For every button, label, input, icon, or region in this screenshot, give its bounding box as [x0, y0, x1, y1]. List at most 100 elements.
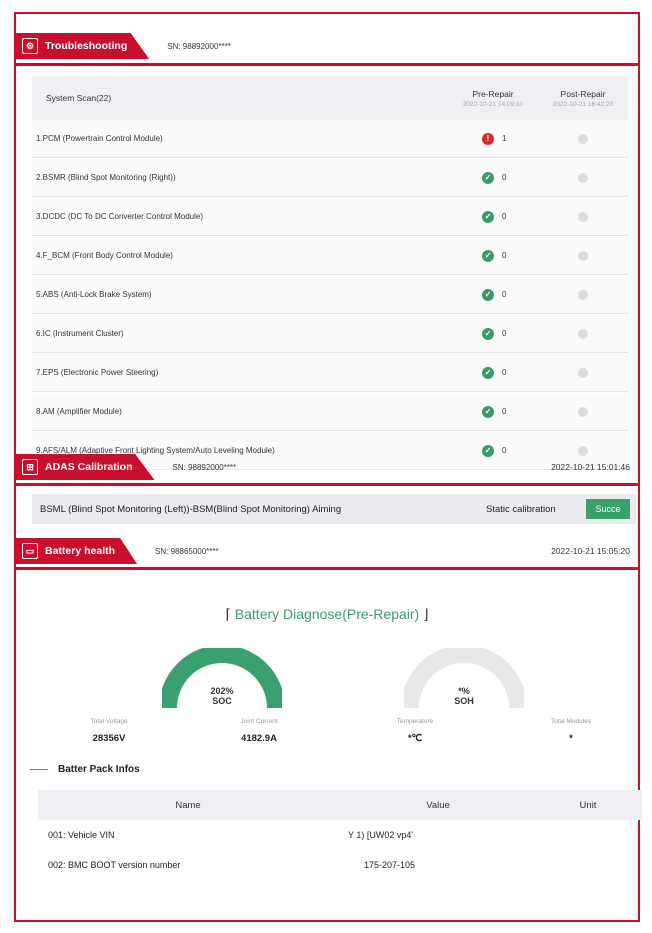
post-repair-cell	[538, 367, 628, 378]
pre-repair-label: Pre-Repair	[472, 88, 514, 99]
check-icon: ✓	[482, 210, 494, 223]
module-name: 8.AM (Amplifier Module)	[36, 407, 122, 416]
bracket-left-icon: ⌈	[225, 606, 231, 622]
battery-pack-heading: Batter Pack Infos	[30, 764, 140, 775]
fault-count: 0	[502, 368, 507, 377]
post-repair-cell	[538, 211, 628, 222]
stat-label: Total Modules	[550, 718, 592, 725]
error-icon: !	[482, 132, 494, 145]
table-row: 001: Vehicle VIN Y 1) [UW02 vp4'	[38, 820, 642, 850]
pre-repair-cell: ✓ 0	[448, 249, 538, 262]
post-repair-cell	[538, 133, 628, 144]
pending-status-icon	[578, 289, 588, 300]
pre-repair-date: 2022-10-21 14:09:10	[462, 100, 524, 108]
stat-temperature: Temperature *℃	[360, 718, 470, 744]
fault-count: 0	[502, 290, 507, 299]
report-frame: ⚙ Troubleshooting SN: 98892000**** Syste…	[14, 12, 642, 922]
wrench-icon: ⚙	[22, 38, 38, 54]
table-row[interactable]: 3.DCDC (DC To DC Converter Control Modul…	[32, 198, 628, 236]
troubleshooting-tag: ⚙ Troubleshooting	[16, 33, 150, 59]
stat-label: Joint Current	[240, 718, 278, 725]
adas-item: BSML (Blind Spot Monitoring (Left))-BSM(…	[40, 503, 342, 515]
soh-value: *%	[458, 686, 470, 696]
pack-row-value: Y 1) [UW02 vp4'	[348, 830, 414, 840]
adas-timestamp: 2022-10-21 15:01:46	[551, 462, 630, 472]
fault-count: 0	[502, 173, 507, 182]
check-icon: ✓	[482, 288, 494, 301]
battery-icon: ▭	[22, 543, 38, 559]
post-repair-heading: Post-Repair 2022-10-21 16:42:20	[538, 89, 628, 108]
battery-header: ▭ Battery health SN: 98865000**** 2022-1…	[16, 532, 638, 570]
adas-result-row[interactable]: BSML (Blind Spot Monitoring (Left))-BSM(…	[32, 494, 636, 524]
battery-diagnose-label: Battery Diagnose(Pre-Repair)	[234, 606, 420, 622]
post-repair-cell	[538, 289, 628, 300]
fault-count: 1	[502, 134, 507, 143]
adas-sensor-icon: ⊞	[22, 459, 38, 475]
table-row[interactable]: 6.IC (Instrument Cluster) ✓ 0	[32, 315, 628, 353]
pre-repair-cell: ✓ 0	[448, 405, 538, 418]
adas-success-badge: Succe	[586, 499, 630, 519]
adas-sn: SN: 98892000****	[172, 462, 237, 472]
table-row: 002: BMC BOOT version number 175-207-105	[38, 850, 642, 880]
post-repair-date: 2022-10-21 16:42:20	[552, 100, 614, 108]
soh-label: SOH	[454, 696, 474, 706]
battery-diagnose-title: ⌈ Battery Diagnose(Pre-Repair) ⌋	[16, 606, 638, 623]
module-name: 1.PCM (Powertrain Control Module)	[36, 134, 163, 143]
table-row[interactable]: 7.EPS (Electronic Power Steering) ✓ 0	[32, 354, 628, 392]
pending-status-icon	[578, 367, 588, 378]
pack-table-header: Name Value Unit	[38, 790, 642, 820]
check-icon: ✓	[482, 171, 494, 184]
heading-line	[30, 769, 48, 770]
stat-label: Total Voltage	[90, 718, 128, 725]
stat-value: 28356V	[92, 733, 126, 744]
stat-label: Temperature	[396, 718, 434, 725]
fault-count: 0	[502, 251, 507, 260]
pre-repair-cell: ✓ 0	[448, 288, 538, 301]
pending-status-icon	[578, 133, 588, 144]
pending-status-icon	[578, 250, 588, 261]
pre-repair-cell: ✓ 0	[448, 171, 538, 184]
table-header: System Scan(22) Pre-Repair 2022-10-21 14…	[32, 76, 628, 120]
pack-col-unit: Unit	[579, 799, 597, 811]
check-icon: ✓	[482, 405, 494, 418]
table-row[interactable]: 8.AM (Amplifier Module) ✓ 0	[32, 393, 628, 431]
pack-row-value: 175-207-105	[364, 860, 416, 870]
post-repair-cell	[538, 250, 628, 261]
module-name: 2.BSMR (Blind Spot Monitoring (Right))	[36, 173, 176, 182]
post-repair-cell	[538, 328, 628, 339]
post-repair-cell	[538, 172, 628, 183]
battery-pack-table: Name Value Unit 001: Vehicle VIN Y 1) [U…	[38, 790, 642, 880]
battery-pack-title: Batter Pack Infos	[58, 764, 140, 775]
troubleshooting-title: Troubleshooting	[45, 40, 128, 52]
troubleshooting-sn: SN: 98892000****	[167, 41, 231, 51]
post-repair-label: Post-Repair	[560, 88, 606, 99]
pack-col-value: Value	[426, 799, 450, 811]
fault-count: 0	[502, 212, 507, 221]
adas-title: ADAS Calibration	[45, 461, 133, 473]
pre-repair-heading: Pre-Repair 2022-10-21 14:09:10	[448, 89, 538, 108]
soc-value: 202%	[210, 686, 234, 696]
battery-tag: ▭ Battery health	[16, 538, 138, 564]
table-row[interactable]: 2.BSMR (Blind Spot Monitoring (Right)) ✓ 0	[32, 159, 628, 197]
stat-value: 4182.9A	[241, 733, 277, 744]
module-name: 7.EPS (Electronic Power Steering)	[36, 368, 159, 377]
pack-col-name: Name	[175, 799, 201, 811]
pre-repair-cell: ✓ 0	[448, 327, 538, 340]
pending-status-icon	[578, 406, 588, 417]
divider	[16, 567, 638, 570]
fault-count: 0	[502, 329, 507, 338]
stat-total-voltage: Total Voltage 28356V	[54, 718, 164, 744]
soc-label: SOC	[212, 696, 232, 706]
table-row[interactable]: 1.PCM (Powertrain Control Module)! 1	[32, 120, 628, 158]
scan-rows: 1.PCM (Powertrain Control Module)! 1 2.BSM…	[32, 120, 628, 470]
table-row[interactable]: 5.ABS (Anti-Lock Brake System) ✓ 0	[32, 276, 628, 314]
table-row[interactable]: 4.F_BCM (Front Body Control Module) ✓ 0	[32, 237, 628, 275]
soh-gauge: *% SOH	[404, 648, 524, 710]
soc-gauge: 202% SOC	[162, 648, 282, 710]
pending-status-icon	[578, 328, 588, 339]
pending-status-icon	[578, 211, 588, 222]
module-name: 3.DCDC (DC To DC Converter Control Modul…	[36, 212, 204, 221]
pre-repair-cell: ! 1	[448, 132, 538, 145]
bracket-right-icon: ⌋	[423, 606, 429, 622]
system-scan-heading: System Scan(22)	[46, 93, 112, 103]
